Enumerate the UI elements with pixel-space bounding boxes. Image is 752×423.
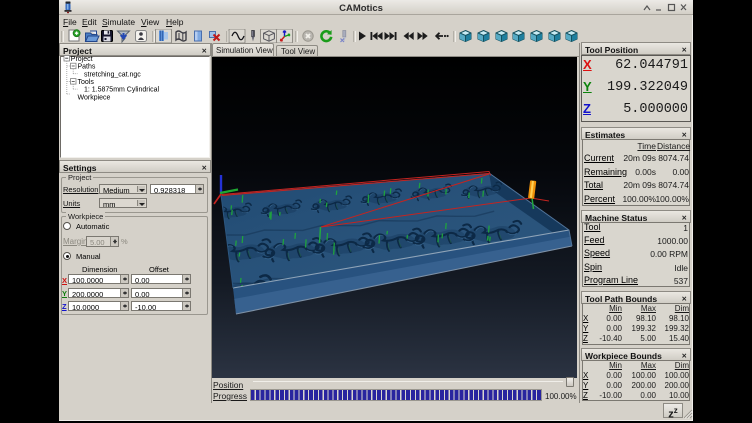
svg-text:stretching_cat.ngc: stretching_cat.ngc: [84, 71, 141, 78]
svg-text:Workpiece: Workpiece: [78, 94, 111, 101]
svg-text:Project: Project: [71, 56, 93, 63]
svg-text:Paths: Paths: [78, 64, 96, 71]
svg-text:Tools: Tools: [78, 79, 95, 86]
svg-text:1: 1.5875mm Cylindrical: 1: 1.5875mm Cylindrical: [84, 87, 160, 94]
